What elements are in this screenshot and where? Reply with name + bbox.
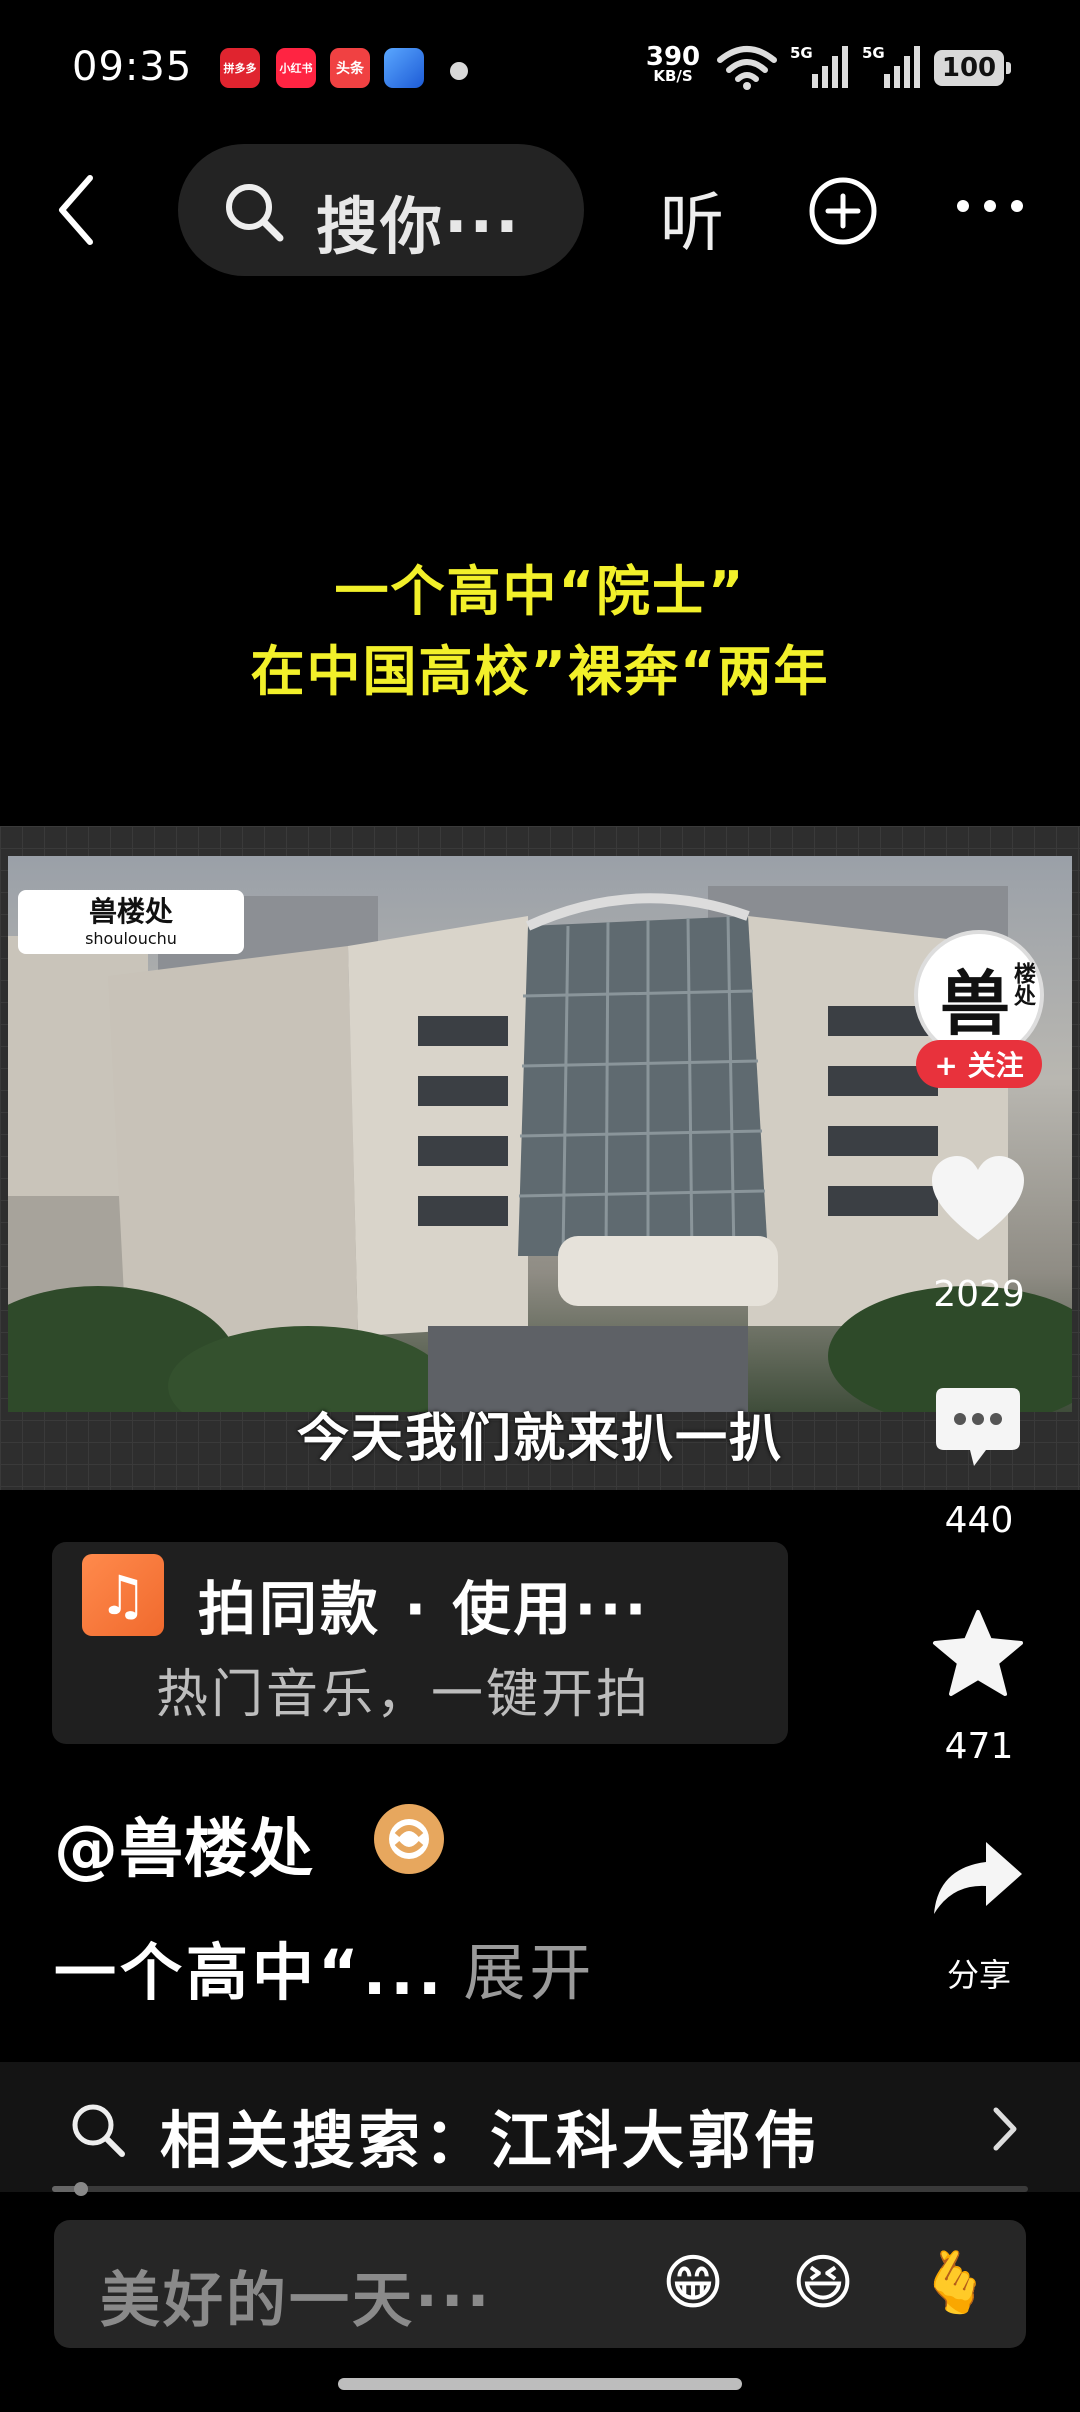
status-bar: 09:35 拼多多 小红书 头条 390 KB/S 5G 5G 100: [0, 0, 1080, 140]
avatar-small-text: 楼处: [1010, 962, 1035, 1006]
chevron-right-icon: [993, 2107, 1017, 2151]
share-label: 分享: [946, 1956, 1011, 1994]
watermark-chinese: 兽楼处: [88, 895, 173, 928]
grin-emoji-icon[interactable]: 😁: [654, 2244, 732, 2322]
favorite-star-icon[interactable]: [930, 1608, 1026, 1698]
battery-icon: 100: [934, 50, 1011, 86]
video-caption-line2: 在中国高校”裸奔“两年: [250, 640, 830, 703]
search-box[interactable]: 搜你···: [178, 144, 584, 276]
music-note-icon: ♫: [82, 1554, 164, 1636]
video-subtitle: 今天我们就来扒一扒: [296, 1409, 783, 1469]
comment-placeholder: 美好的一天···: [100, 2266, 493, 2336]
comment-icon[interactable]: [934, 1384, 1022, 1470]
signal-2-icon: 5G: [862, 44, 922, 90]
video-progress-bar[interactable]: [52, 2182, 1028, 2196]
video-player[interactable]: 兽楼处 shoulouchu 今天我们就来扒一扒: [0, 826, 1080, 1490]
like-count: 2029: [933, 1274, 1025, 1315]
status-time: 09:35: [72, 44, 193, 90]
video-frame-image: 兽楼处 shoulouchu: [8, 856, 1072, 1412]
wifi-icon: [717, 46, 777, 90]
watermark-pinyin: shoulouchu: [85, 929, 177, 948]
avatar-big-char: 兽: [940, 963, 1010, 1045]
author-name[interactable]: @兽楼处: [54, 1798, 314, 1890]
xiaohongshu-app-icon: 小红书: [276, 48, 316, 88]
pinduoduo-app-icon: 拼多多: [220, 48, 260, 88]
video-caption: 一个高中“院士” 在中国高校”裸奔“两年: [0, 552, 1080, 712]
use-same-music-card[interactable]: ♫ 拍同款 · 使用··· 热门音乐，一键开拍: [52, 1542, 788, 1744]
back-button[interactable]: [52, 170, 102, 250]
add-button[interactable]: [808, 176, 878, 246]
notification-dot-icon: [450, 62, 468, 80]
search-icon: [72, 2104, 125, 2157]
listen-button[interactable]: 听: [660, 172, 724, 264]
network-speed: 390 KB/S: [640, 44, 706, 84]
music-card-subtitle: 热门音乐，一键开拍: [156, 1665, 652, 1725]
search-placeholder: 搜你···: [316, 190, 521, 263]
more-options-button[interactable]: [955, 196, 1025, 216]
post-description: 一个高中“... 展开: [54, 1922, 595, 2012]
comment-input-bar[interactable]: 美好的一天··· 😁 😆 🫰: [54, 2220, 1026, 2348]
laugh-emoji-icon[interactable]: 😆: [784, 2244, 862, 2322]
comment-count: 440: [944, 1500, 1014, 1541]
signal-1-icon: 5G: [790, 44, 850, 90]
like-heart-icon[interactable]: [930, 1154, 1026, 1244]
blue-app-icon: [384, 48, 424, 88]
music-card-title: 拍同款 · 使用···: [198, 1575, 650, 1643]
description-text: 一个高中“...: [54, 1936, 446, 2009]
expand-link[interactable]: 展开: [463, 1936, 595, 2009]
home-indicator[interactable]: [338, 2378, 742, 2390]
verified-badge-icon: [374, 1804, 444, 1874]
favorite-count: 471: [944, 1726, 1014, 1767]
related-search-bar[interactable]: 相关搜索：江科大郭伟: [0, 2062, 1080, 2192]
toutiao-app-icon: 头条: [330, 48, 370, 88]
follow-button[interactable]: + 关注: [916, 1040, 1042, 1088]
video-watermark: 兽楼处 shoulouchu: [18, 890, 244, 954]
search-icon: [226, 184, 284, 242]
finger-heart-emoji-icon[interactable]: 🫰: [916, 2244, 994, 2322]
video-progress-knob[interactable]: [74, 2182, 89, 2196]
video-caption-line1: 一个高中“院士”: [334, 560, 746, 623]
share-arrow-icon[interactable]: [930, 1838, 1026, 1918]
related-search-text: 相关搜索：江科大郭伟: [160, 2104, 821, 2177]
